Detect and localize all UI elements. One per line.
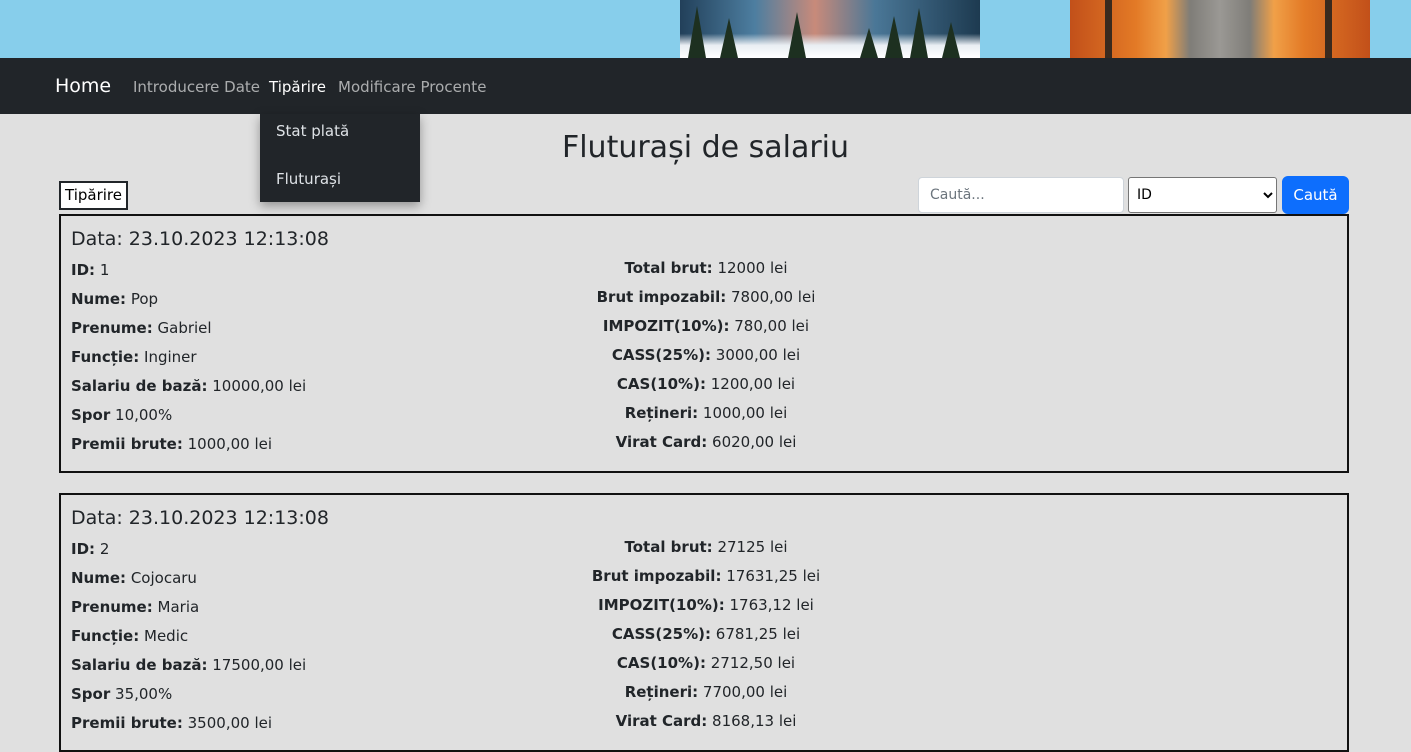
payslip-field-row: Premii brute: 1000,00 lei — [71, 435, 272, 453]
field-label: IMPOZIT(10%): — [598, 596, 725, 614]
field-label: ID: — [71, 540, 96, 558]
print-button[interactable]: Tipărire — [59, 181, 128, 210]
search-button[interactable]: Caută — [1282, 176, 1349, 214]
dropdown-item-stat-plata[interactable]: Stat plată — [276, 122, 349, 140]
field-value: 17631,25 lei — [726, 567, 821, 585]
field-value: Inginer — [144, 348, 197, 366]
payslip-field-row: Salariu de bază: 17500,00 lei — [71, 656, 306, 674]
search-field-select[interactable]: ID — [1128, 177, 1277, 213]
field-label: Total brut: — [624, 259, 713, 277]
field-value: 2712,50 lei — [710, 654, 796, 672]
field-value: 10,00% — [115, 406, 173, 424]
field-label: Brut impozabil: — [591, 567, 722, 585]
nav-item-modificare-procente[interactable]: Modificare Procente — [338, 78, 486, 96]
field-label: CAS(10%): — [616, 375, 706, 393]
tiparire-dropdown-menu: Stat plată Fluturași — [260, 114, 420, 202]
payslip-field-row: Premii brute: 3500,00 lei — [71, 714, 272, 732]
nav-brand-home[interactable]: Home — [55, 75, 111, 97]
field-label: Rețineri: — [624, 404, 699, 422]
winter-landscape-image — [680, 0, 980, 58]
field-value: 1000,00 lei — [702, 404, 788, 422]
field-value: 27125 lei — [717, 538, 788, 556]
field-label: Virat Card: — [615, 433, 708, 451]
field-value: 12000 lei — [717, 259, 788, 277]
field-label: CAS(10%): — [616, 654, 706, 672]
autumn-path-image — [1070, 0, 1370, 58]
field-value: Cojocaru — [130, 569, 197, 587]
field-value: 10000,00 lei — [212, 377, 307, 395]
field-label: Spor — [71, 685, 111, 703]
field-label: Rețineri: — [624, 683, 699, 701]
search-input[interactable] — [918, 177, 1124, 213]
field-label: Virat Card: — [615, 712, 708, 730]
payslip-field-row: Nume: Pop — [71, 290, 158, 308]
field-label: Prenume: — [71, 319, 153, 337]
field-value: 35,00% — [115, 685, 173, 703]
payslip-date: Data: 23.10.2023 12:13:08 — [71, 228, 329, 250]
field-value: 2 — [99, 540, 110, 558]
payslip-field-row: Funcție: Medic — [71, 627, 188, 645]
field-value: Medic — [144, 627, 189, 645]
dropdown-item-fluturasi[interactable]: Fluturași — [276, 170, 341, 188]
field-label: Nume: — [71, 290, 127, 308]
field-label: Premii brute: — [71, 714, 183, 732]
payslip-field-row: Prenume: Gabriel — [71, 319, 212, 337]
field-value: 3500,00 lei — [187, 714, 273, 732]
field-value: Pop — [130, 290, 159, 308]
field-value: 7700,00 lei — [702, 683, 788, 701]
field-value: 1200,00 lei — [710, 375, 796, 393]
payslip-card: Data: 23.10.2023 12:13:08 ID: 1 Nume: Pop… — [59, 214, 1349, 473]
field-value: 780,00 lei — [734, 317, 810, 335]
field-value: 17500,00 lei — [212, 656, 307, 674]
field-value: 3000,00 lei — [715, 346, 801, 364]
field-label: IMPOZIT(10%): — [602, 317, 730, 335]
field-label: Premii brute: — [71, 435, 183, 453]
field-label: Spor — [71, 406, 111, 424]
field-value: Maria — [157, 598, 200, 616]
field-label: Salariu de bază: — [71, 377, 208, 395]
field-label: Brut impozabil: — [596, 288, 727, 306]
payslip-field-row: Prenume: Maria — [71, 598, 199, 616]
field-label: Nume: — [71, 569, 127, 587]
field-label: Funcție: — [71, 348, 140, 366]
field-value: 1 — [99, 261, 110, 279]
field-value: 1000,00 lei — [187, 435, 273, 453]
field-label: Funcție: — [71, 627, 140, 645]
field-value: 6020,00 lei — [712, 433, 797, 451]
field-value: 1763,12 lei — [729, 596, 814, 614]
field-label: Prenume: — [71, 598, 153, 616]
payslip-field-row: ID: 2 — [71, 540, 109, 558]
payslip-field-row: Salariu de bază: 10000,00 lei — [71, 377, 306, 395]
field-value: Gabriel — [157, 319, 212, 337]
nav-item-tiparire[interactable]: Tipărire — [269, 78, 326, 96]
field-label: CASS(25%): — [611, 346, 712, 364]
header-banner — [0, 0, 1411, 58]
payslip-card: Data: 23.10.2023 12:13:08 ID: 2 Nume: Coj… — [59, 493, 1349, 752]
page-title: Fluturași de salariu — [561, 130, 850, 165]
nav-item-introducere-date[interactable]: Introducere Date — [133, 78, 260, 96]
field-label: ID: — [71, 261, 96, 279]
field-label: Total brut: — [624, 538, 713, 556]
payslip-field-row: Spor 10,00% — [71, 406, 172, 424]
field-label: CASS(25%): — [611, 625, 712, 643]
field-value: 6781,25 lei — [715, 625, 801, 643]
field-value: 7800,00 lei — [731, 288, 816, 306]
navbar: Home Introducere Date Tipărire Modificar… — [0, 58, 1411, 114]
payslip-field-row: ID: 1 — [71, 261, 109, 279]
field-value: 8168,13 lei — [712, 712, 797, 730]
payslip-date: Data: 23.10.2023 12:13:08 — [71, 507, 329, 529]
payslip-field-row: Funcție: Inginer — [71, 348, 197, 366]
payslip-field-row: Nume: Cojocaru — [71, 569, 197, 587]
payslip-field-row: Spor 35,00% — [71, 685, 172, 703]
field-label: Salariu de bază: — [71, 656, 208, 674]
